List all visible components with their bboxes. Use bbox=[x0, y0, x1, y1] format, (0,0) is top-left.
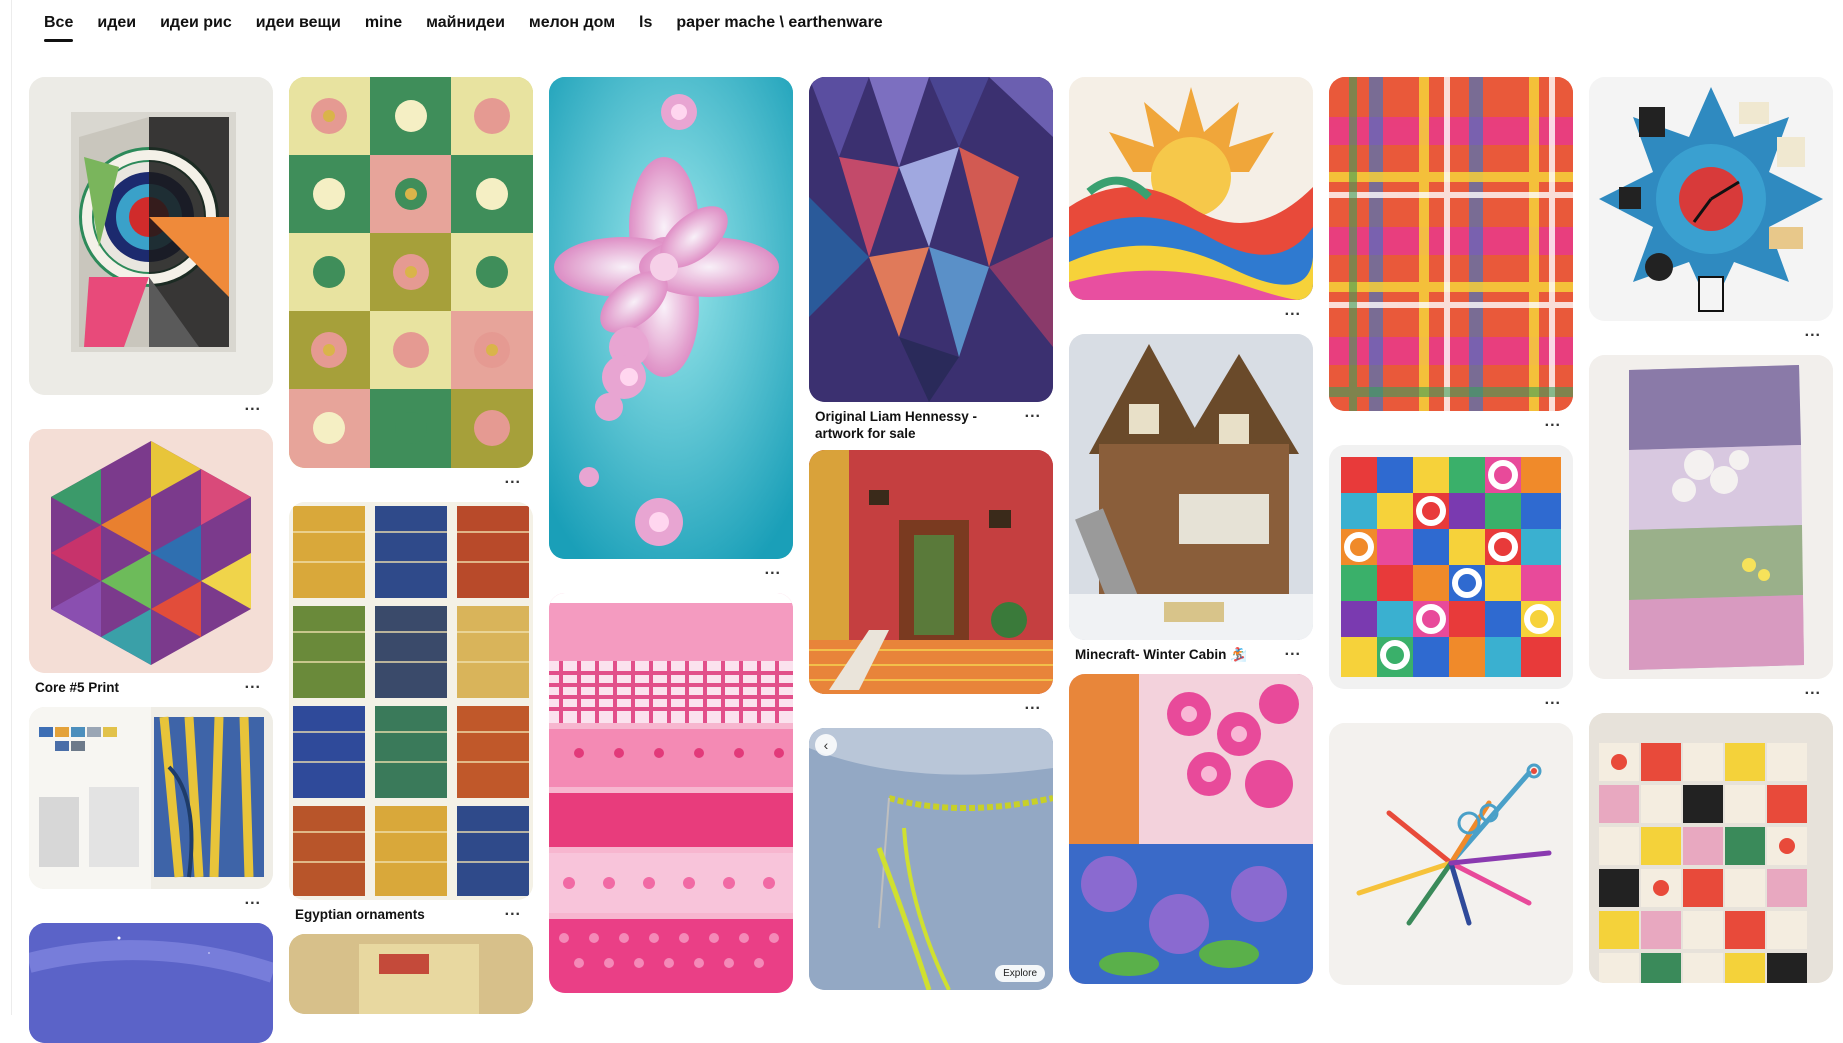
pin-more-button[interactable]: ... bbox=[245, 891, 261, 909]
pin-image-fractal-flower[interactable] bbox=[549, 77, 793, 559]
pin-more-button[interactable]: ... bbox=[1025, 404, 1041, 422]
pin-image-minecraft-cabin[interactable] bbox=[1069, 334, 1313, 640]
pin-column-4: Original Liam Hennessy - artwork for sal… bbox=[809, 77, 1053, 990]
pin-column-1: ... Core #5 Print... ... bbox=[29, 77, 273, 1043]
pin-card: Minecraft- Winter Cabin 🏂... bbox=[1069, 334, 1313, 674]
pin-card: ... bbox=[1069, 77, 1313, 334]
pin-image-blue-galaxy[interactable] bbox=[29, 923, 273, 1043]
pin-card bbox=[1589, 713, 1833, 983]
pin-more-button[interactable]: ... bbox=[505, 470, 521, 488]
pin-image-painted-tiles[interactable] bbox=[1589, 713, 1833, 983]
pin-image-classroom[interactable] bbox=[289, 934, 533, 1014]
pin-card: ... bbox=[29, 77, 273, 429]
pin-card bbox=[549, 593, 793, 993]
pin-more-button[interactable]: ... bbox=[245, 675, 261, 693]
pin-card: ... bbox=[809, 450, 1053, 728]
pin-more-button[interactable]: ... bbox=[1025, 696, 1041, 714]
pin-more-button[interactable]: ... bbox=[505, 902, 521, 920]
pin-card: ... bbox=[29, 707, 273, 923]
pin-image-plaid[interactable] bbox=[1329, 77, 1573, 411]
pin-card: ... bbox=[289, 77, 533, 502]
pin-title: Original Liam Hennessy - artwork for sal… bbox=[815, 409, 978, 441]
pin-image-denim-stitch[interactable]: ‹ Explore bbox=[809, 728, 1053, 990]
pin-image-radial-lines[interactable] bbox=[1329, 723, 1573, 985]
pin-more-button[interactable]: ... bbox=[245, 397, 261, 415]
pin-image-sketchbook[interactable] bbox=[29, 707, 273, 889]
pin-card: ... bbox=[1589, 355, 1833, 713]
pin-image-hexagon-triangles[interactable] bbox=[29, 429, 273, 673]
pin-card: Egyptian ornaments... bbox=[289, 502, 533, 934]
tab-idei[interactable]: идеи bbox=[97, 14, 136, 42]
pin-column-7: ... ... bbox=[1589, 77, 1833, 983]
chevron-left-icon[interactable]: ‹ bbox=[815, 734, 837, 756]
pin-card: Original Liam Hennessy - artwork for sal… bbox=[809, 77, 1053, 450]
pin-more-button[interactable]: ... bbox=[1545, 691, 1561, 709]
pin-card: ... bbox=[549, 77, 793, 593]
pin-column-5: ... Minecraft- Winter Cabin 🏂... bbox=[1069, 77, 1313, 984]
pin-image-dominoes-clock[interactable] bbox=[1589, 77, 1833, 321]
pin-image-woven-tapestry[interactable] bbox=[1589, 355, 1833, 679]
pin-image-abstract-circles[interactable] bbox=[29, 77, 273, 395]
tab-all[interactable]: Все bbox=[44, 14, 74, 42]
pin-card: Core #5 Print... bbox=[29, 429, 273, 707]
pin-card bbox=[29, 923, 273, 1043]
pin-image-geometric-cubes[interactable] bbox=[809, 77, 1053, 402]
pin-image-color-circles-grid[interactable] bbox=[1329, 445, 1573, 689]
pin-more-button[interactable]: ... bbox=[1805, 681, 1821, 699]
tab-idei-ris[interactable]: идеи рис bbox=[160, 14, 232, 42]
pin-card: ... bbox=[1329, 445, 1573, 723]
pin-column-2: ... Egyptian ornaments... bbox=[289, 77, 533, 1014]
tab-mainidei[interactable]: майнидеи bbox=[426, 14, 505, 42]
pin-more-button[interactable]: ... bbox=[1545, 413, 1561, 431]
tab-melon-dom[interactable]: мелон дом bbox=[529, 14, 615, 42]
pin-column-3: ... bbox=[549, 77, 793, 993]
pin-card bbox=[1329, 723, 1573, 985]
explore-button[interactable]: Explore bbox=[995, 965, 1045, 982]
pin-title: Core #5 Print bbox=[35, 680, 120, 695]
pin-more-button[interactable]: ... bbox=[765, 561, 781, 579]
board-tabs: Все идеи идеи рис идеи вещи mine майниде… bbox=[44, 14, 883, 50]
pin-image-egyptian-ornaments[interactable] bbox=[289, 502, 533, 900]
pin-image-pink-patterns[interactable] bbox=[549, 593, 793, 993]
tab-paper-mache[interactable]: paper mache \ earthenware bbox=[676, 14, 882, 42]
pin-column-6: ... ... bbox=[1329, 77, 1573, 985]
pin-card bbox=[1069, 674, 1313, 984]
pin-more-button[interactable]: ... bbox=[1285, 302, 1301, 320]
tab-ls[interactable]: ls bbox=[639, 14, 652, 42]
pin-more-button[interactable]: ... bbox=[1285, 642, 1301, 660]
pin-title: Egyptian ornaments bbox=[295, 907, 425, 922]
sidebar-divider bbox=[11, 0, 12, 1015]
pin-title: Minecraft- Winter Cabin 🏂 bbox=[1075, 647, 1247, 662]
pin-card: ... bbox=[1329, 77, 1573, 445]
pin-card: ‹ Explore bbox=[809, 728, 1053, 990]
pin-image-floral-fabrics[interactable] bbox=[1069, 674, 1313, 984]
pin-image-psychedelic-sun[interactable] bbox=[1069, 77, 1313, 300]
pin-card: ... bbox=[1589, 77, 1833, 355]
tab-mine[interactable]: mine bbox=[365, 14, 402, 42]
pin-image-red-courtyard[interactable] bbox=[809, 450, 1053, 694]
pin-more-button[interactable]: ... bbox=[1805, 323, 1821, 341]
pin-card bbox=[289, 934, 533, 1014]
tab-idei-veshchi[interactable]: идеи вещи bbox=[256, 14, 341, 42]
pin-image-retro-flowers[interactable] bbox=[289, 77, 533, 468]
